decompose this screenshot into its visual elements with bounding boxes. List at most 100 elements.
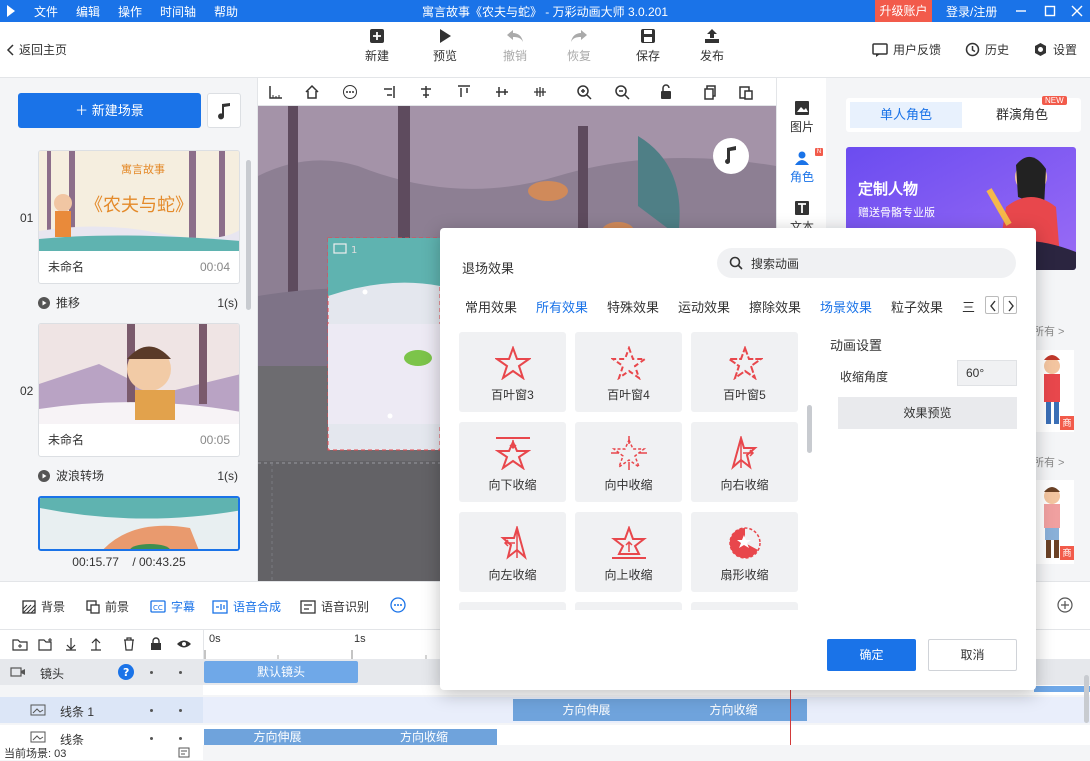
zoom-out-icon[interactable] — [614, 84, 630, 100]
menu-edit[interactable]: 编辑 — [76, 3, 100, 20]
effect-shrink-down[interactable]: 向下收缩 — [459, 422, 566, 502]
effect-preview-button[interactable]: 效果预览 — [838, 397, 1017, 429]
cancel-button[interactable]: 取消 — [928, 639, 1017, 671]
track-lock-dot[interactable] — [150, 671, 153, 674]
category-all[interactable]: 所有效果 — [536, 297, 607, 316]
zoom-in-icon[interactable] — [576, 84, 592, 100]
add-track-icon[interactable] — [1057, 597, 1073, 613]
category-motion[interactable]: 运动效果 — [678, 297, 749, 316]
effect-shrink-left[interactable]: 向左收缩 — [459, 512, 566, 592]
menu-file[interactable]: 文件 — [34, 3, 58, 20]
lock-icon[interactable] — [150, 637, 162, 651]
add-folder-icon[interactable] — [38, 637, 54, 651]
more-circle-icon[interactable] — [342, 84, 358, 100]
align-right-icon[interactable] — [380, 84, 396, 100]
home-icon[interactable] — [304, 84, 320, 100]
scene-list-scrollbar[interactable] — [246, 160, 251, 310]
copy-icon[interactable] — [702, 84, 718, 100]
tab-asr[interactable]: 语音识别 — [300, 598, 369, 615]
distribute-icon[interactable] — [532, 84, 548, 100]
effect-blinds-5[interactable]: 百叶窗5 — [691, 332, 798, 412]
menu-operate[interactable]: 操作 — [118, 3, 142, 20]
track-visible-dot[interactable] — [179, 737, 182, 740]
track-visible-dot[interactable] — [179, 671, 182, 674]
side-tab-characters[interactable]: 角色 N — [777, 148, 827, 185]
timeline-scrollbar[interactable] — [1084, 675, 1089, 723]
scene-card-1[interactable]: 寓言故事 《农夫与蛇》 未命名 00:04 — [38, 150, 240, 284]
move-up-icon[interactable] — [89, 637, 103, 651]
add-layer-icon[interactable] — [12, 637, 28, 651]
side-tab-images[interactable]: 图片 — [777, 100, 827, 135]
upgrade-button[interactable]: 升级账户 — [875, 0, 932, 22]
clip-default-camera[interactable]: 默认镜头 — [204, 661, 358, 683]
effect-shrink-right[interactable]: 向右收缩 — [691, 422, 798, 502]
scene-music-button[interactable] — [207, 93, 241, 128]
category-special[interactable]: 特殊效果 — [607, 297, 678, 316]
tab-group-character[interactable]: 群演角色 — [966, 102, 1078, 128]
scene-transition-2[interactable]: 波浪转场 1(s) — [38, 467, 248, 484]
scene-card-2[interactable]: 未命名 00:05 — [38, 323, 240, 457]
clip-direction-shrink[interactable]: 方向收缩 — [660, 699, 807, 721]
scene-card-3[interactable] — [38, 496, 240, 551]
preview-button[interactable]: 预览 — [420, 28, 470, 64]
track-lock-dot[interactable] — [150, 737, 153, 740]
effect-more-2[interactable] — [575, 602, 682, 610]
all-link-1[interactable]: 所有 > — [1033, 323, 1064, 339]
clip-direction-shrink[interactable]: 方向收缩 — [351, 729, 497, 745]
effect-blinds-4[interactable]: 百叶窗4 — [575, 332, 682, 412]
effect-shrink-up[interactable]: 向上收缩 — [575, 512, 682, 592]
effect-shrink-center[interactable]: 向中收缩 — [575, 422, 682, 502]
category-wipe[interactable]: 擦除效果 — [749, 297, 820, 316]
category-next-button[interactable] — [1003, 296, 1017, 314]
close-icon[interactable] — [1071, 5, 1083, 17]
trash-icon[interactable] — [122, 637, 136, 651]
character-thumb-2[interactable]: 商 — [1034, 480, 1074, 564]
category-more[interactable]: 三 — [962, 297, 976, 316]
effect-grid-scrollbar[interactable] — [807, 405, 812, 453]
category-prev-button[interactable] — [985, 296, 999, 314]
unlock-icon[interactable] — [658, 84, 674, 100]
menu-help[interactable]: 帮助 — [214, 3, 238, 20]
effect-more-3[interactable] — [691, 602, 798, 610]
align-center-h-icon[interactable] — [418, 84, 434, 100]
new-button[interactable]: 新建 — [352, 28, 402, 64]
tab-tts[interactable]: 语音合成 — [212, 598, 281, 615]
effect-blinds-3[interactable]: 百叶窗3 — [459, 332, 566, 412]
track-lock-dot[interactable] — [150, 709, 153, 712]
shrink-angle-input[interactable]: 60° — [957, 360, 1017, 386]
paste-icon[interactable] — [738, 84, 754, 100]
all-link-2[interactable]: 所有 > — [1033, 454, 1064, 470]
history-button[interactable]: 历史 — [965, 41, 1009, 58]
clip-direction-stretch[interactable]: 方向伸展 — [204, 729, 351, 745]
tab-background[interactable]: 背景 — [22, 598, 65, 615]
help-icon[interactable]: ? — [118, 664, 134, 680]
align-middle-icon[interactable] — [494, 84, 510, 100]
redo-button[interactable]: 恢复 — [554, 28, 604, 64]
eye-icon[interactable] — [176, 639, 192, 649]
minimize-icon[interactable] — [1015, 5, 1027, 17]
clip-direction-stretch[interactable]: 方向伸展 — [513, 699, 660, 721]
scene-transition-1[interactable]: 推移 1(s) — [38, 294, 248, 311]
category-particle[interactable]: 粒子效果 — [891, 297, 962, 316]
login-link[interactable]: 登录/注册 — [946, 3, 997, 20]
back-home-button[interactable]: 返回主页 — [6, 41, 67, 58]
more-tabs-icon[interactable] — [390, 597, 406, 613]
menu-timeline[interactable]: 时间轴 — [160, 3, 196, 20]
track-line-1[interactable]: 线条 1 方向伸展 方向收缩 — [0, 697, 1090, 723]
tab-foreground[interactable]: 前景 — [86, 598, 129, 615]
effect-more-1[interactable] — [459, 602, 566, 610]
tab-subtitle[interactable]: CC 字幕 — [150, 598, 195, 615]
undo-button[interactable]: 撤销 — [490, 28, 540, 64]
scene-info-icon[interactable] — [178, 747, 190, 758]
new-scene-button[interactable]: ＋ 新建场景 — [18, 93, 201, 128]
settings-button[interactable]: 设置 — [1033, 41, 1077, 58]
publish-button[interactable]: 发布 — [687, 28, 737, 64]
side-tab-text[interactable]: 文本 — [777, 200, 827, 230]
category-scene[interactable]: 场景效果 — [820, 297, 891, 316]
align-top-icon[interactable] — [456, 84, 472, 100]
category-common[interactable]: 常用效果 — [465, 297, 536, 316]
ok-button[interactable]: 确定 — [827, 639, 916, 671]
effect-search-input[interactable]: 搜索动画 — [717, 248, 1016, 278]
feedback-button[interactable]: 用户反馈 — [872, 41, 941, 58]
move-down-icon[interactable] — [64, 637, 78, 651]
